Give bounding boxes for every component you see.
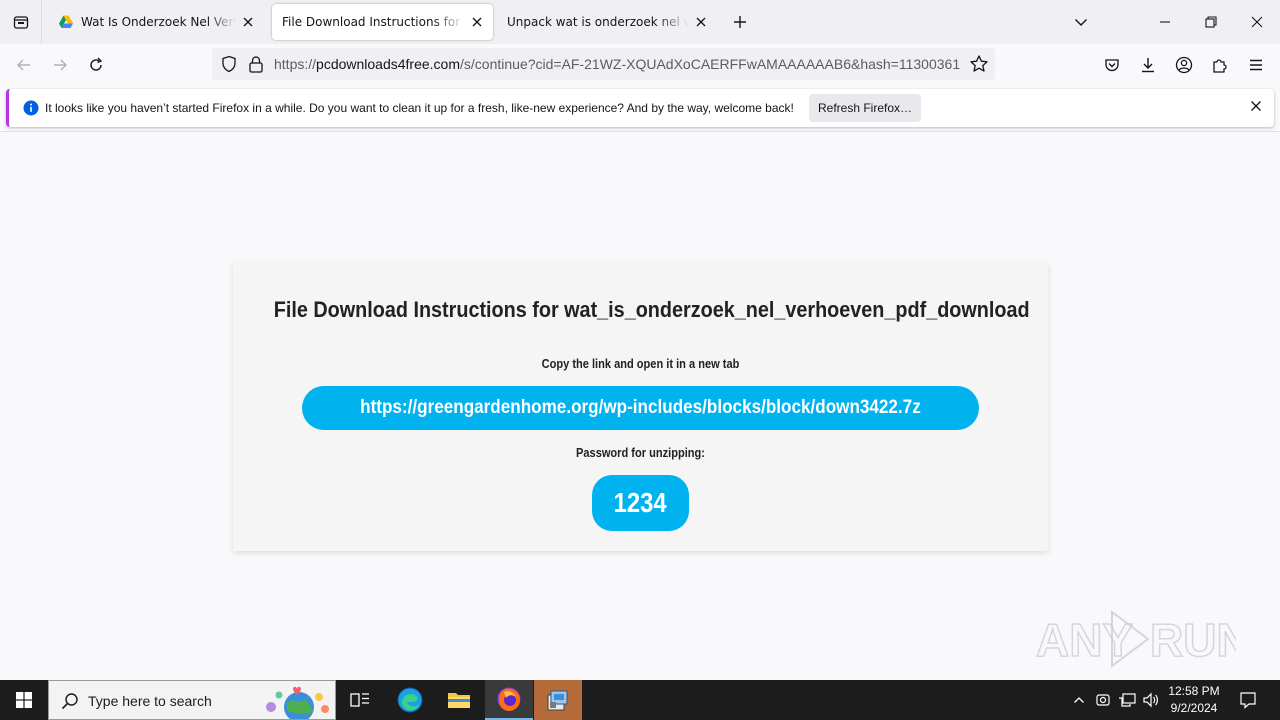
password-badge[interactable]: 1234 [592, 475, 689, 531]
extensions-button[interactable] [1205, 50, 1235, 80]
url-path: /s/continue?cid=AF-21WZ-XQUAdXoCAERFFwAM… [460, 56, 960, 72]
new-tab-button[interactable] [728, 10, 752, 34]
folder-icon [448, 693, 470, 708]
search-icon [61, 693, 78, 710]
search-highlight-globe-icon [266, 686, 329, 719]
volume-button[interactable] [1140, 680, 1162, 720]
account-button[interactable] [1169, 50, 1199, 80]
arrow-left-icon [17, 59, 30, 71]
puzzle-icon [1213, 59, 1227, 73]
firefox-view-button[interactable] [0, 0, 42, 44]
password-value: 1234 [614, 487, 667, 518]
download-link-text: https://greengardenhome.org/wp-includes/… [360, 397, 921, 418]
speaker-icon [1143, 692, 1158, 708]
forward-button[interactable] [45, 50, 75, 80]
windows-logo-icon [16, 692, 32, 708]
link-instruction-label: Copy the link and open it in a new tab [541, 356, 740, 371]
tab-title: Wat Is Onderzoek Nel Verhoeven [81, 15, 236, 29]
taskbar-clock[interactable]: 12:58 PM 9/2/2024 [1160, 680, 1228, 720]
pocket-icon [1105, 59, 1119, 72]
restore-button[interactable] [1188, 0, 1234, 44]
refresh-firefox-button[interactable]: Refresh Firefox… [809, 94, 921, 122]
password-label: Password for unzipping: [576, 445, 705, 460]
nav-bar: https://pcdownloads4free.com/s/continue?… [0, 44, 1280, 86]
watermark-text-right: RUN [1150, 614, 1236, 666]
tab-file-download-instructions[interactable]: File Download Instructions for wat_is [272, 4, 493, 40]
hamburger-menu-icon [1250, 59, 1262, 71]
close-icon[interactable] [693, 14, 709, 30]
tab-strip: Wat Is Onderzoek Nel Verhoeven File Down… [0, 0, 1280, 44]
google-drive-icon [59, 15, 73, 28]
url-host: pcdownloads4free.com [316, 56, 461, 72]
arrow-right-icon [54, 59, 67, 71]
clock-date: 9/2/2024 [1170, 701, 1218, 715]
task-view-button[interactable] [336, 680, 384, 720]
minimize-button[interactable] [1142, 0, 1188, 44]
back-button[interactable] [9, 50, 39, 80]
show-hidden-icons-button[interactable] [1068, 680, 1090, 720]
info-icon [23, 100, 39, 116]
close-icon[interactable] [240, 14, 256, 30]
url-scheme: https:// [274, 56, 317, 72]
chevron-down-icon [1075, 19, 1087, 26]
close-window-button[interactable] [1234, 0, 1280, 44]
restore-icon [1205, 16, 1217, 28]
taskbar: Type here to search 12:58 PM 9/2/2024 [0, 680, 1280, 720]
page-content: File Download Instructions for wat_is_on… [0, 132, 1280, 680]
pocket-button[interactable] [1097, 50, 1127, 80]
tab-title: File Download Instructions for wat_is [282, 15, 465, 29]
tab-title: Unpack wat is onderzoek nel verhoeven [507, 15, 689, 29]
close-icon[interactable] [469, 14, 485, 30]
anyrun-watermark-logo: ANY RUN [1036, 610, 1236, 668]
start-button[interactable] [0, 680, 48, 720]
menu-button[interactable] [1241, 50, 1271, 80]
firefox-icon [497, 687, 521, 711]
download-icon [1142, 58, 1154, 73]
taskbar-search-box[interactable]: Type here to search [48, 680, 336, 720]
network-button[interactable] [1116, 680, 1138, 720]
clock-time: 12:58 PM [1168, 684, 1220, 698]
close-icon[interactable] [1250, 100, 1262, 112]
reload-icon [90, 57, 103, 71]
notification-bar: It looks like you haven’t started Firefo… [6, 89, 1274, 127]
reload-button[interactable] [81, 50, 111, 80]
camera-icon [1096, 694, 1110, 706]
lock-icon[interactable] [248, 55, 264, 73]
page-title: File Download Instructions for wat_is_on… [273, 297, 1030, 322]
firefox-taskbar-button[interactable] [485, 680, 533, 720]
watermark-text-left: ANY [1036, 614, 1133, 666]
download-link[interactable]: https://greengardenhome.org/wp-includes/… [302, 386, 979, 430]
notification-message: It looks like you haven’t started Firefo… [45, 101, 794, 115]
download-instructions-card: File Download Instructions for wat_is_on… [233, 263, 1048, 551]
installer-package-icon [547, 690, 568, 711]
account-icon [1175, 56, 1193, 74]
minimize-icon [1160, 21, 1170, 23]
file-explorer-taskbar-button[interactable] [435, 680, 483, 720]
plus-icon [734, 16, 746, 28]
shield-icon[interactable] [220, 55, 238, 73]
meet-now-button[interactable] [1092, 680, 1114, 720]
downloads-button[interactable] [1133, 50, 1163, 80]
notification-speech-bubble-icon [1240, 692, 1256, 709]
url-text[interactable]: https://pcdownloads4free.com/s/continue?… [274, 48, 960, 80]
edge-icon [397, 687, 423, 713]
notifications-button[interactable] [1234, 680, 1262, 720]
tab-unpack[interactable]: Unpack wat is onderzoek nel verhoeven [497, 4, 717, 40]
firefox-view-icon [13, 16, 28, 29]
tab-wat-is-onderzoek[interactable]: Wat Is Onderzoek Nel Verhoeven [48, 4, 264, 40]
chevron-up-icon [1074, 697, 1084, 703]
search-placeholder: Type here to search [88, 693, 212, 709]
close-icon [1251, 16, 1263, 28]
edge-taskbar-button[interactable] [386, 680, 434, 720]
url-bar[interactable]: https://pcdownloads4free.com/s/continue?… [212, 48, 995, 80]
bookmark-star-icon[interactable] [969, 54, 989, 74]
task-view-icon [350, 693, 369, 707]
list-all-tabs-button[interactable] [1058, 0, 1104, 44]
network-icon [1119, 693, 1136, 707]
installer-taskbar-button[interactable] [534, 680, 582, 720]
